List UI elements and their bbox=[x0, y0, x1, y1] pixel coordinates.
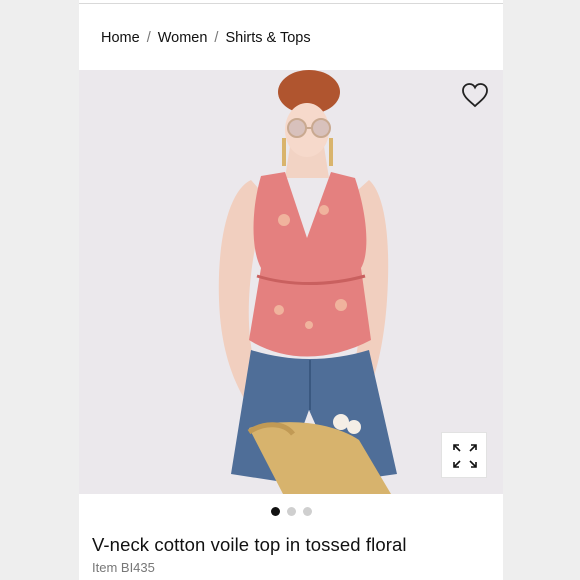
product-title: V-neck cotton voile top in tossed floral bbox=[92, 534, 407, 555]
carousel-dot-1[interactable] bbox=[270, 507, 280, 516]
product-image[interactable] bbox=[79, 70, 503, 494]
top-divider bbox=[79, 3, 503, 4]
breadcrumb-women[interactable]: Women bbox=[158, 30, 208, 46]
product-page: Home / Women / Shirts & Tops V-neck cott… bbox=[79, 0, 503, 580]
breadcrumb-separator: / bbox=[146, 30, 151, 46]
breadcrumb-home[interactable]: Home bbox=[101, 30, 140, 46]
expand-image-button[interactable] bbox=[441, 432, 487, 478]
heart-outline-icon[interactable] bbox=[461, 82, 489, 108]
expand-arrows-icon bbox=[453, 444, 477, 468]
carousel-indicators bbox=[79, 507, 503, 516]
item-number: Item BI435 bbox=[92, 560, 155, 575]
product-photo-illustration bbox=[218, 70, 397, 494]
carousel-dot-2[interactable] bbox=[286, 507, 296, 516]
breadcrumb: Home / Women / Shirts & Tops bbox=[101, 29, 311, 47]
breadcrumb-shirts-tops[interactable]: Shirts & Tops bbox=[225, 30, 310, 46]
carousel-dot-3[interactable] bbox=[302, 507, 312, 516]
breadcrumb-separator: / bbox=[214, 30, 219, 46]
